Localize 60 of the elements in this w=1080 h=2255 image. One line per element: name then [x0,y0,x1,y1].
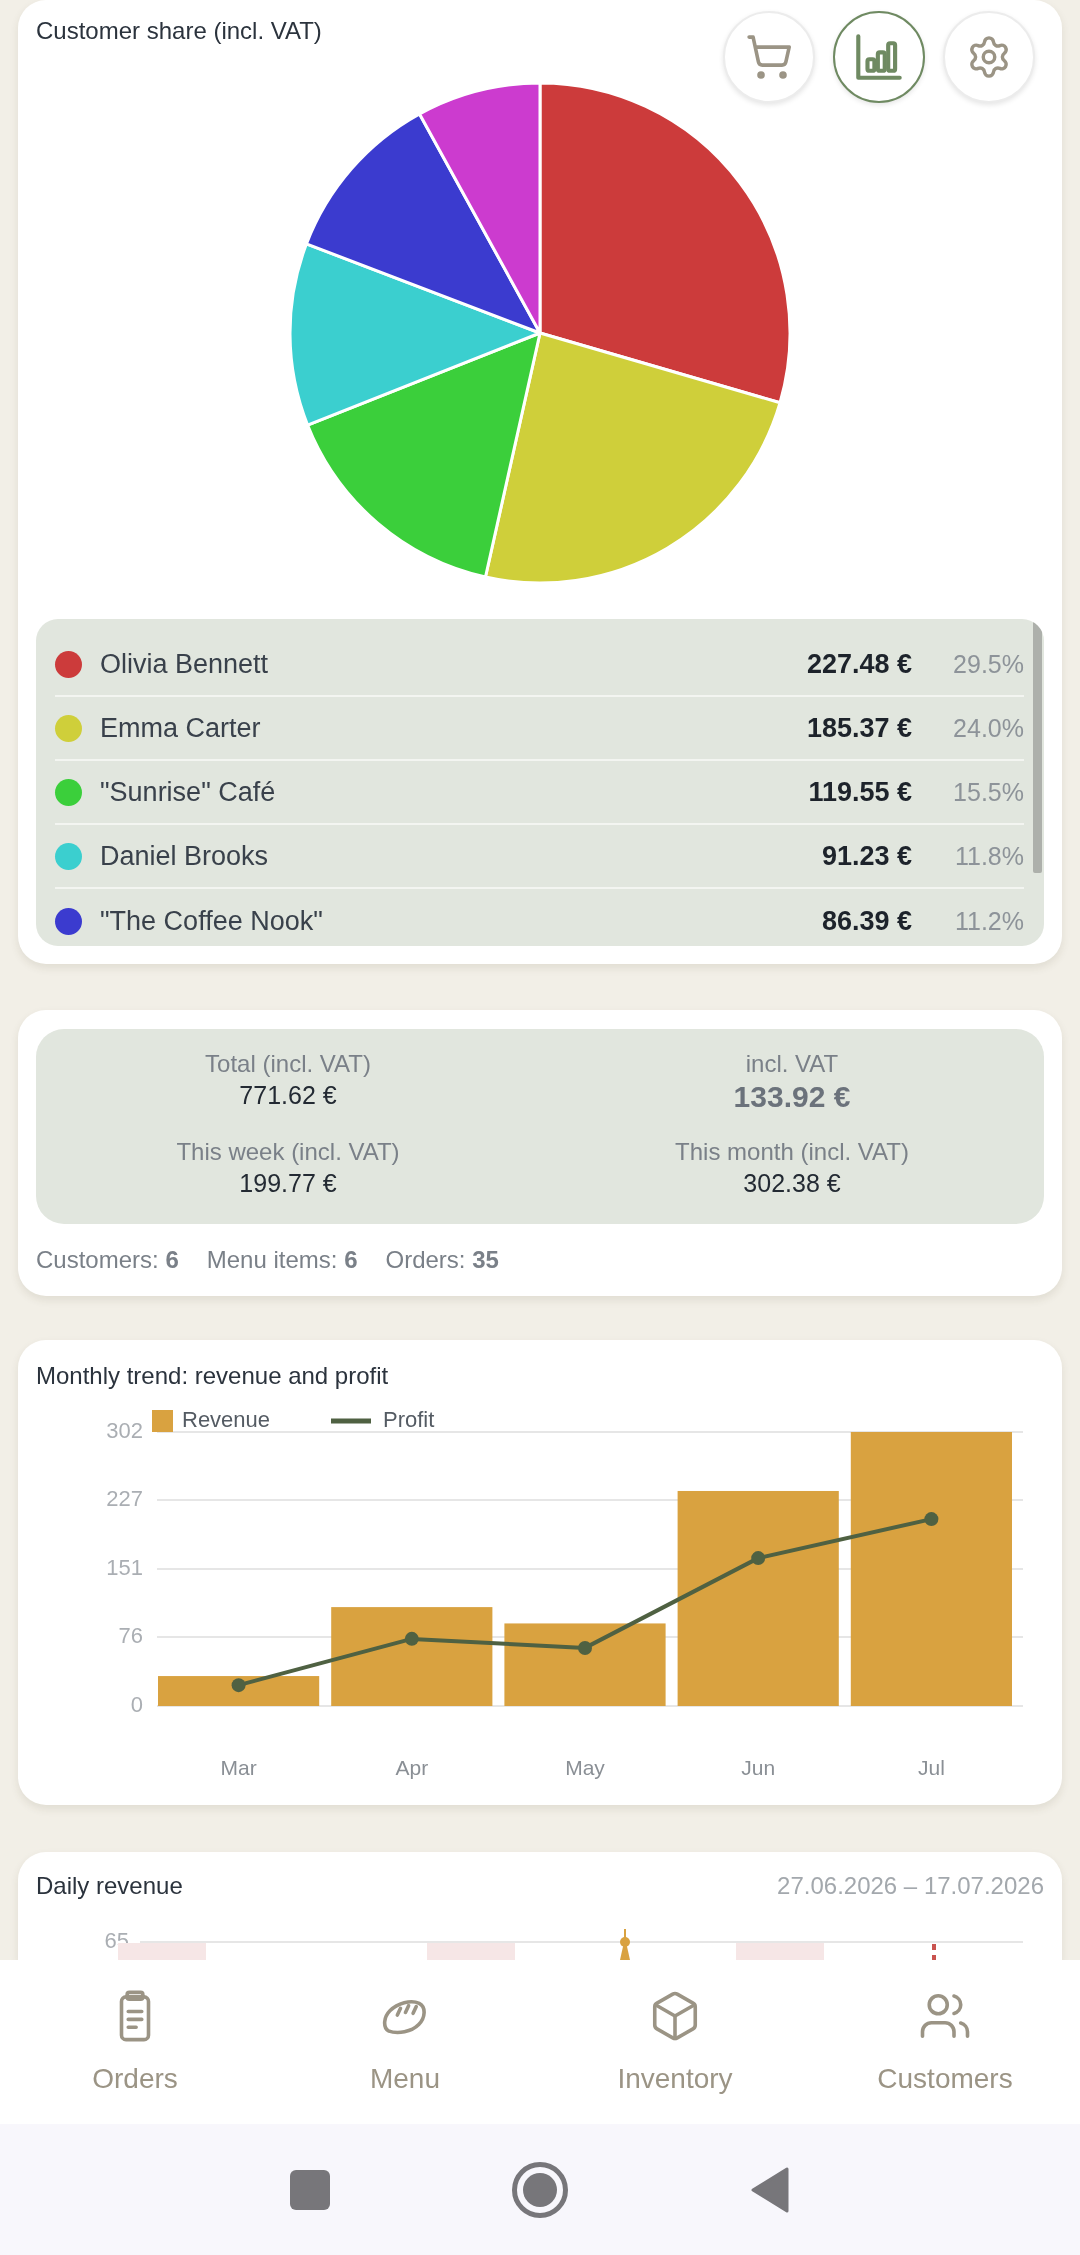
customer-name: Daniel Brooks [100,840,270,872]
dashed-marker-line [932,1944,936,1960]
bar-legend-icon [152,1410,173,1432]
stat-value: 133.92 € [733,1079,851,1115]
x-axis-label: Apr [395,1755,429,1779]
customer-amount: 119.55 € [808,776,912,808]
stat-value: 771.62 € [239,1080,337,1111]
square-icon [290,2169,330,2210]
stat-label: This week (incl. VAT) [176,1137,400,1167]
legend-label: Profit [383,1406,435,1432]
customer-share-percent: 29.5% [952,649,1024,679]
stat-label: Total (incl. VAT) [205,1049,371,1079]
y-axis-label: 227 [106,1485,143,1511]
customer-name: Olivia Bennett [100,648,270,680]
customer-share-percent: 15.5% [952,777,1024,807]
stat-value: 302.38 € [743,1168,841,1199]
back-triangle-icon [751,2166,789,2213]
customer-share-percent: 11.8% [953,841,1024,871]
y-axis-label: 0 [130,1691,143,1717]
profit-point [404,1631,419,1646]
nav-tab[interactable]: Customers [810,1960,1080,2124]
bar-chart-icon [856,34,902,80]
stat-label: incl. VAT [745,1049,839,1079]
stat-value: 199.77 € [239,1168,337,1199]
x-axis-label: Jul [917,1755,945,1779]
y-axis-label: 76 [118,1622,143,1648]
nav-tab[interactable]: Menu [270,1960,540,2124]
cart-icon [745,33,793,81]
customer-amount: 185.37 € [806,712,912,744]
profit-point [924,1512,939,1527]
x-axis-label: May [565,1755,605,1779]
card-title: Monthly trend: revenue and profit [36,1361,390,1391]
card-title: Daily revenue [36,1871,183,1901]
stat-label: This month (incl. VAT) [675,1137,909,1167]
y-axis-label: 151 [106,1554,143,1580]
customer-name: "Sunrise" Café [100,776,277,808]
nav-tab[interactable]: Orders [0,1960,270,2124]
profit-point [751,1551,766,1566]
customer-amount: 227.48 € [806,648,912,680]
home-circle-icon [512,2161,568,2218]
customer-amount: 91.23 € [821,840,912,872]
count-text: Customers: 6 [36,1245,179,1275]
x-axis-label: Mar [220,1755,257,1779]
profit-point [578,1640,592,1655]
pin-marker [620,1928,630,1960]
nav-tab[interactable]: Inventory [540,1960,810,2124]
x-axis-label: Jun [741,1755,776,1779]
legend-label: Revenue [182,1406,271,1432]
profit-point [231,1678,246,1693]
date-range: 27.06.2026 – 17.07.2026 [777,1871,1044,1901]
line-legend-icon [331,1418,371,1424]
y-axis-label: 302 [106,1417,143,1443]
customer-share-percent: 24.0% [952,713,1024,743]
customer-name: Emma Carter [100,712,262,744]
count-text: Orders: 35 [385,1245,499,1275]
count-text: Menu items: 6 [206,1245,358,1275]
customer-share-percent: 11.2% [953,906,1024,936]
customer-amount: 86.39 € [821,905,912,937]
customer-name: "The Coffee Nook" [100,905,324,937]
card-title: Customer share (incl. VAT) [36,16,323,46]
